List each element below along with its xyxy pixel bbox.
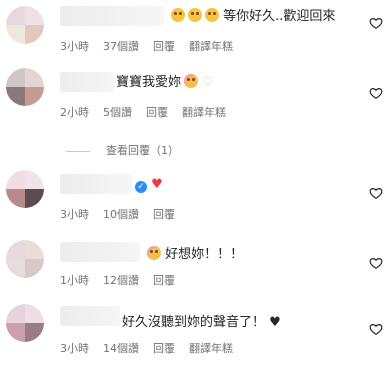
comment-text: ✓ ♥ (135, 176, 163, 194)
translate-button[interactable]: 翻譯年糕 (182, 106, 226, 119)
comment-meta: 1小時 12個讚 回覆 (60, 274, 189, 288)
emoji-icon (205, 8, 219, 22)
reply-button[interactable]: 回覆 (153, 40, 175, 53)
comment-text: 寶寶我愛妳 ♡ (116, 74, 214, 92)
comment-4: 好想妳！！！ 1小時 12個讚 回覆 (0, 232, 389, 294)
reply-button[interactable]: 回覆 (153, 274, 175, 287)
reply-button[interactable]: 回覆 (146, 106, 168, 119)
like-heart-icon[interactable] (369, 256, 383, 270)
reply-button[interactable]: 回覆 (153, 342, 175, 355)
avatar[interactable] (6, 240, 44, 278)
like-heart-icon[interactable] (369, 86, 383, 100)
like-count[interactable]: 12個讚 (103, 274, 139, 287)
comment-1: 等你好久..歡迎回來 3小時 37個讚 回覆 翻譯年糕 (0, 0, 389, 60)
avatar[interactable] (6, 6, 44, 44)
timestamp: 1小時 (60, 274, 89, 287)
translate-button[interactable]: 翻譯年糕 (189, 342, 233, 355)
translate-button[interactable]: 翻譯年糕 (189, 40, 233, 53)
reply-button[interactable]: 回覆 (153, 208, 175, 221)
username-redacted[interactable] (60, 242, 140, 262)
emoji-icon (184, 74, 199, 88)
like-count[interactable]: 5個讚 (103, 106, 132, 119)
comment-meta: 3小時 10個讚 回覆 (60, 208, 189, 222)
avatar[interactable] (6, 170, 44, 208)
like-count[interactable]: 10個讚 (103, 208, 139, 221)
comment-body: 寶寶我愛妳 (116, 75, 182, 90)
emoji-icon (188, 8, 202, 22)
like-heart-icon[interactable] (369, 186, 383, 200)
comment-text: 好久沒聽到妳的聲音了！ ♥ (122, 314, 281, 332)
timestamp: 3小時 (60, 208, 89, 221)
emoji-icon (147, 246, 161, 260)
comment-body: 好想妳！！！ (165, 247, 244, 262)
divider (66, 150, 90, 152)
like-count[interactable]: 14個讚 (103, 342, 139, 355)
view-replies-label[interactable]: 查看回覆（1） (106, 144, 179, 157)
comment-3: ✓ ♥ 3小時 10個讚 回覆 (0, 164, 389, 232)
comment-text: 等你好久..歡迎回來 (168, 8, 335, 26)
comment-5: 好久沒聽到妳的聲音了！ ♥ 3小時 14個讚 回覆 翻譯年糕 (0, 296, 389, 366)
comment-text: 好想妳！！！ (144, 246, 243, 264)
emoji-icon (171, 8, 185, 22)
red-heart-icon: ♥ (151, 177, 163, 192)
like-heart-icon[interactable] (369, 16, 383, 30)
comment-body: 等你好久..歡迎回來 (223, 9, 336, 24)
username-redacted[interactable] (60, 306, 120, 326)
black-heart-icon: ♥ (269, 315, 281, 330)
avatar[interactable] (6, 304, 44, 342)
timestamp: 3小時 (60, 40, 89, 53)
username-redacted[interactable] (60, 72, 114, 92)
comment-meta: 2小時 5個讚 回覆 翻譯年糕 (60, 106, 240, 120)
username-redacted[interactable] (60, 174, 132, 194)
username-redacted[interactable] (60, 6, 164, 26)
like-count[interactable]: 37個讚 (103, 40, 139, 53)
verified-badge-icon: ✓ (135, 181, 147, 193)
view-replies-button[interactable]: 查看回覆（1） (66, 142, 179, 158)
comment-meta: 3小時 14個讚 回覆 翻譯年糕 (60, 342, 247, 356)
comment-2: 寶寶我愛妳 ♡ 2小時 5個讚 回覆 翻譯年糕 (0, 60, 389, 124)
comment-meta: 3小時 37個讚 回覆 翻譯年糕 (60, 40, 247, 54)
timestamp: 3小時 (60, 342, 89, 355)
timestamp: 2小時 (60, 106, 89, 119)
avatar[interactable] (6, 68, 44, 106)
comment-body: 好久沒聽到妳的聲音了！ (122, 315, 266, 330)
heart-outline-icon: ♡ (202, 75, 214, 90)
like-heart-icon[interactable] (369, 322, 383, 336)
